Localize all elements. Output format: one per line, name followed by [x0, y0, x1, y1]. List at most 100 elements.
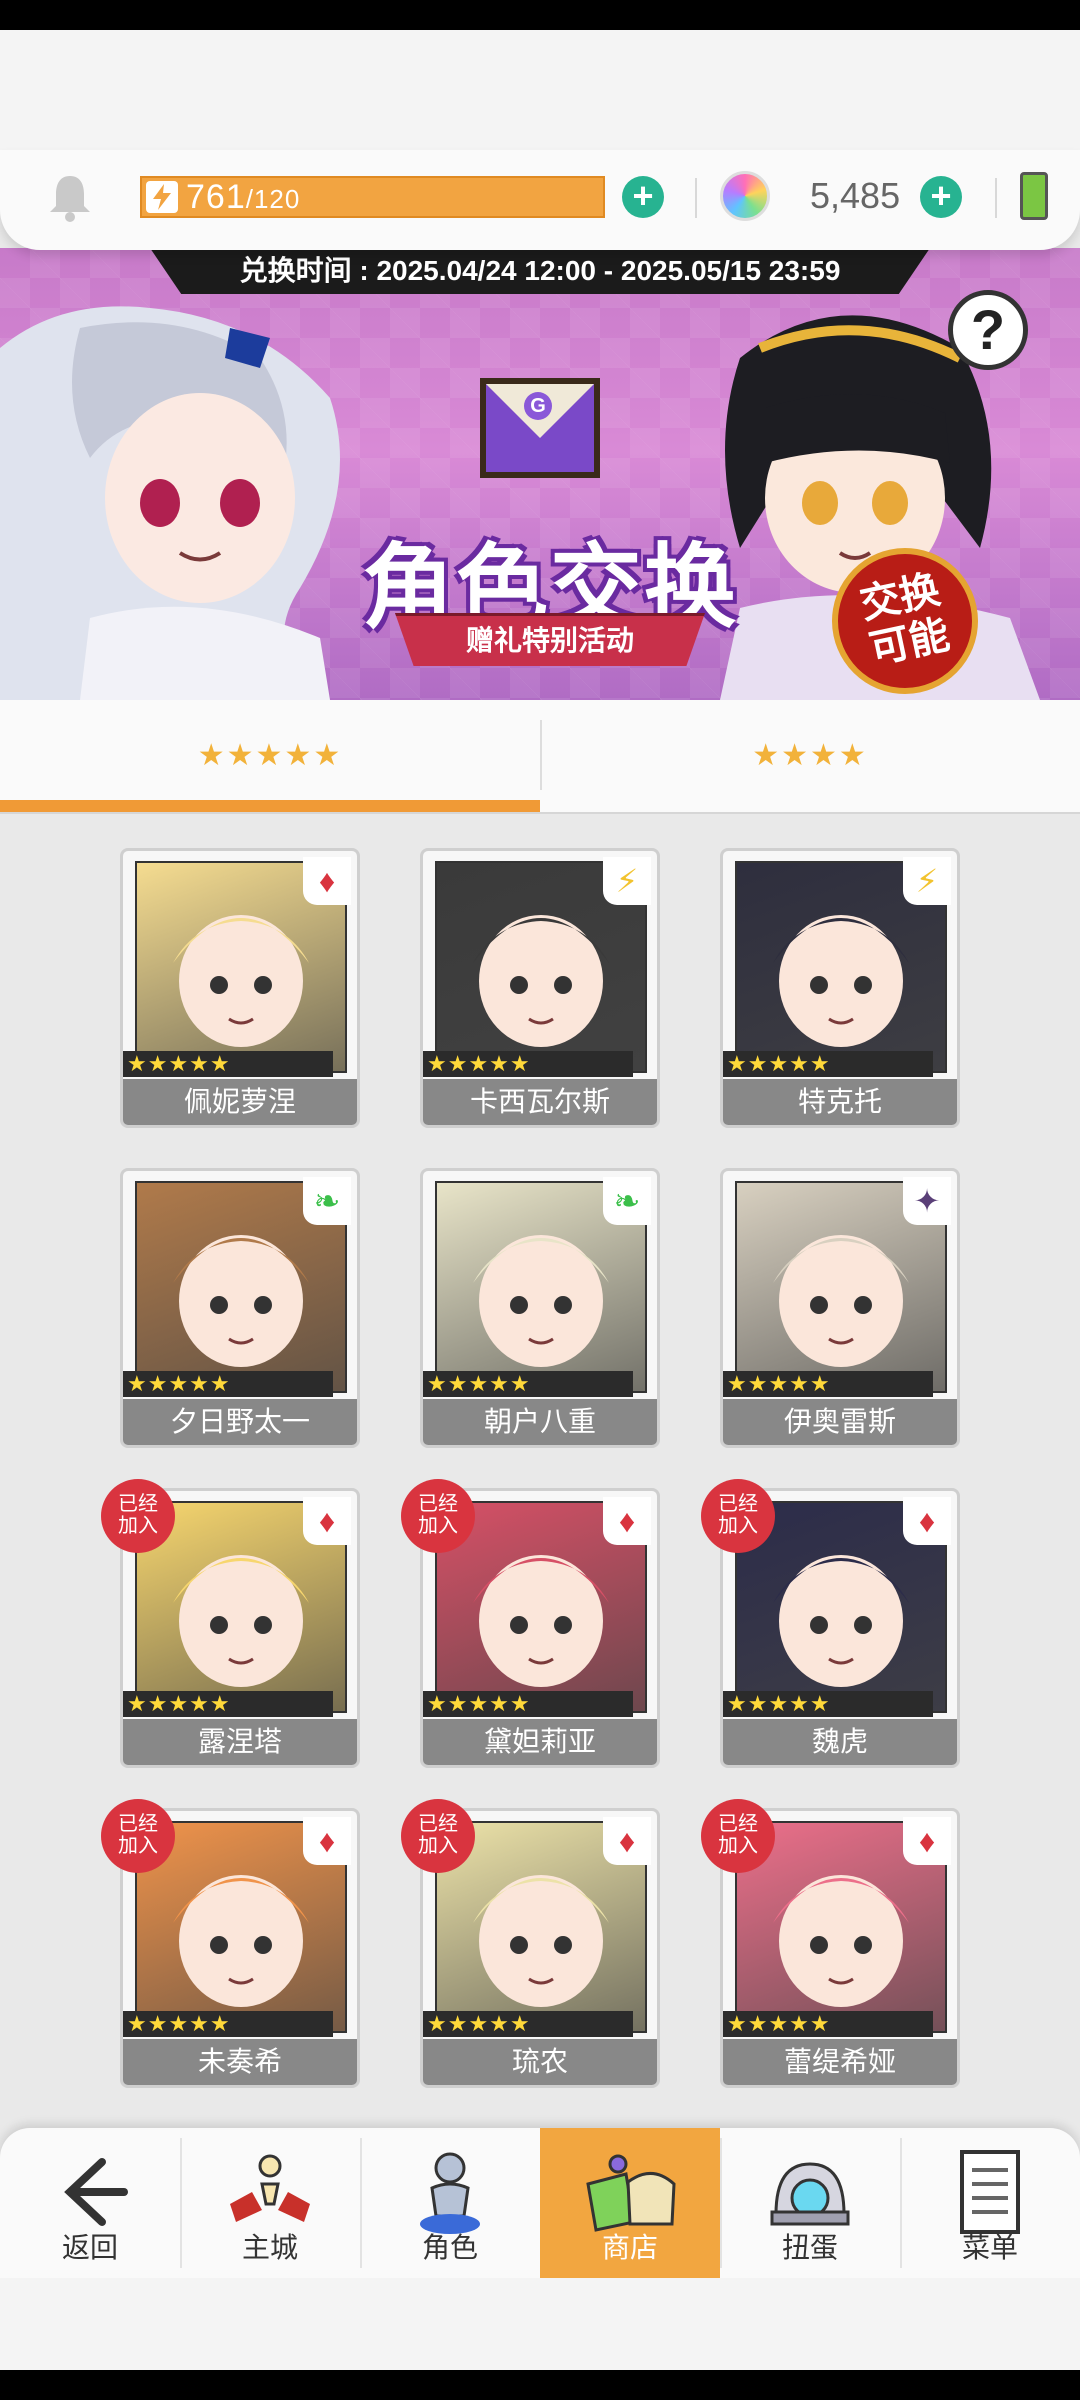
nav-shop-label: 商店: [601, 2232, 658, 2263]
nav-main-city-button[interactable]: 主城: [180, 2128, 360, 2278]
gem-icon: [720, 171, 770, 221]
battery-icon: [1020, 172, 1048, 220]
character-card[interactable]: ♦ ★★★★★ 佩妮萝涅: [120, 848, 360, 1128]
tabs-border: [0, 812, 1080, 814]
character-card[interactable]: ✦ ★★★★★ 伊奥雷斯: [720, 1168, 960, 1448]
attribute-symbol: ❧: [613, 1183, 641, 1219]
attribute-icon: ❧: [303, 1177, 351, 1225]
envelope-icon: G: [480, 378, 600, 478]
resource-header: 761/120 + 5,485 +: [0, 150, 1080, 250]
attribute-symbol: ⚡: [615, 863, 639, 899]
character-name: 佩妮萝涅: [123, 1079, 357, 1125]
character-name: 蕾缇希娅: [723, 2039, 957, 2085]
character-name: 琉农: [423, 2039, 657, 2085]
character-name: 魏虎: [723, 1719, 957, 1765]
nav-menu-label: 菜单: [961, 2232, 1018, 2263]
character-name: 夕日野太一: [123, 1399, 357, 1445]
nav-back-button[interactable]: 返回: [0, 2128, 180, 2278]
rarity-stars: ★★★★★: [727, 2011, 831, 2036]
character-card[interactable]: ❧ ★★★★★ 朝户八重: [420, 1168, 660, 1448]
tab-divider: [540, 720, 542, 790]
character-name: 朝户八重: [423, 1399, 657, 1445]
character-card[interactable]: ♦ ★★★★★ 黛妲莉亚 已经 加入: [401, 1479, 660, 1768]
status-area: [0, 30, 1080, 150]
already-added-badge: 已经 加入: [701, 1479, 775, 1553]
rarity-stars: ★★★★★: [127, 2011, 231, 2036]
character-card[interactable]: ♦ ★★★★★ 露涅塔 已经 加入: [101, 1479, 360, 1768]
character-name: 伊奥雷斯: [723, 1399, 957, 1445]
attribute-symbol: ♦: [618, 1823, 636, 1859]
rarity-stars: ★★★★★: [727, 1051, 831, 1076]
exchange-period: 兑换时间 : 2025.04/24 12:00 - 2025.05/15 23:…: [150, 248, 930, 294]
rarity-stars: ★★★★★: [127, 1371, 231, 1396]
divider: [695, 178, 697, 218]
attribute-icon: ♦: [903, 1497, 951, 1545]
nav-shop-button[interactable]: 商店: [540, 2128, 720, 2278]
attribute-symbol: ♦: [918, 1503, 936, 1539]
nav-menu-button[interactable]: 菜单: [900, 2128, 1080, 2278]
attribute-icon: ✦: [903, 1177, 951, 1225]
rarity-stars: ★★★★★: [127, 1051, 231, 1076]
rarity-stars: ★★★★★: [127, 1691, 231, 1716]
already-added-badge: 已经 加入: [701, 1799, 775, 1873]
attribute-icon: ♦: [303, 857, 351, 905]
attribute-icon: ❧: [603, 1177, 651, 1225]
rarity-stars: ★★★★★: [427, 1371, 531, 1396]
rarity-stars: ★★★★★: [727, 1691, 831, 1716]
attribute-symbol: ✦: [913, 1183, 941, 1219]
character-name: 特克托: [723, 1079, 957, 1125]
character-card[interactable]: ⚡ ★★★★★ 特克托: [720, 848, 960, 1128]
system-top-bar: [0, 0, 1080, 30]
rarity-stars: ★★★★★: [427, 1691, 531, 1716]
attribute-symbol: ⚡: [915, 863, 939, 899]
attribute-icon: ♦: [303, 1497, 351, 1545]
add-gem-button[interactable]: +: [920, 176, 962, 218]
attribute-symbol: ❧: [313, 1183, 341, 1219]
character-card[interactable]: ❧ ★★★★★ 夕日野太一: [120, 1168, 360, 1448]
rarity-stars: ★★★★★: [427, 1051, 531, 1076]
character-name: 露涅塔: [123, 1719, 357, 1765]
attribute-symbol: ♦: [318, 1823, 336, 1859]
nav-gacha-label: 扭蛋: [781, 2232, 838, 2263]
system-bottom-bar: [0, 2370, 1080, 2400]
energy-bolt-icon: [146, 181, 178, 213]
attribute-symbol: ♦: [618, 1503, 636, 1539]
attribute-icon: ⚡: [603, 857, 651, 905]
already-added-badge: 已经 加入: [101, 1479, 175, 1553]
nav-main-city-label: 主城: [241, 2232, 298, 2263]
attribute-icon: ♦: [603, 1497, 651, 1545]
character-name: 黛妲莉亚: [423, 1719, 657, 1765]
gem-value: 5,485: [810, 175, 901, 216]
nav-gacha-button[interactable]: 扭蛋: [720, 2128, 900, 2278]
already-added-badge: 已经 加入: [401, 1799, 475, 1873]
tab-four-star[interactable]: ★★★★: [540, 700, 1080, 812]
attribute-icon: ♦: [903, 1817, 951, 1865]
already-added-badge: 已经 加入: [401, 1479, 475, 1553]
help-button[interactable]: ?: [948, 290, 1028, 370]
attribute-icon: ♦: [303, 1817, 351, 1865]
envelope-letter: G: [524, 392, 552, 420]
character-card[interactable]: ♦ ★★★★★ 蕾缇希娅 已经 加入: [701, 1799, 960, 2088]
bottom-navigation: 返回 主城 角色 商店 扭蛋 菜单: [0, 2128, 1080, 2278]
character-card[interactable]: ⚡ ★★★★★ 卡西瓦尔斯: [420, 848, 660, 1128]
rarity-stars: ★★★★★: [427, 2011, 531, 2036]
energy-current: 761: [186, 178, 246, 216]
notification-bell-icon[interactable]: [48, 172, 92, 222]
add-energy-button[interactable]: +: [622, 176, 664, 218]
nav-back-label: 返回: [61, 2232, 118, 2263]
banner-subtitle: 赠礼特别活动: [395, 613, 705, 666]
already-added-badge: 已经 加入: [101, 1799, 175, 1873]
rarity-stars: ★★★★★: [727, 1371, 831, 1396]
tab-five-star[interactable]: ★★★★★: [0, 700, 540, 812]
nav-characters-button[interactable]: 角色: [360, 2128, 540, 2278]
attribute-symbol: ♦: [318, 863, 336, 899]
attribute-symbol: ♦: [918, 1823, 936, 1859]
nav-characters-label: 角色: [421, 2232, 478, 2263]
energy-max: /120: [245, 184, 301, 214]
character-card[interactable]: ♦ ★★★★★ 魏虎 已经 加入: [701, 1479, 960, 1768]
character-card[interactable]: ♦ ★★★★★ 琉农 已经 加入: [401, 1799, 660, 2088]
character-card[interactable]: ♦ ★★★★★ 未奏希 已经 加入: [101, 1799, 360, 2088]
attribute-icon: ⚡: [903, 857, 951, 905]
attribute-icon: ♦: [603, 1817, 651, 1865]
character-name: 未奏希: [123, 2039, 357, 2085]
